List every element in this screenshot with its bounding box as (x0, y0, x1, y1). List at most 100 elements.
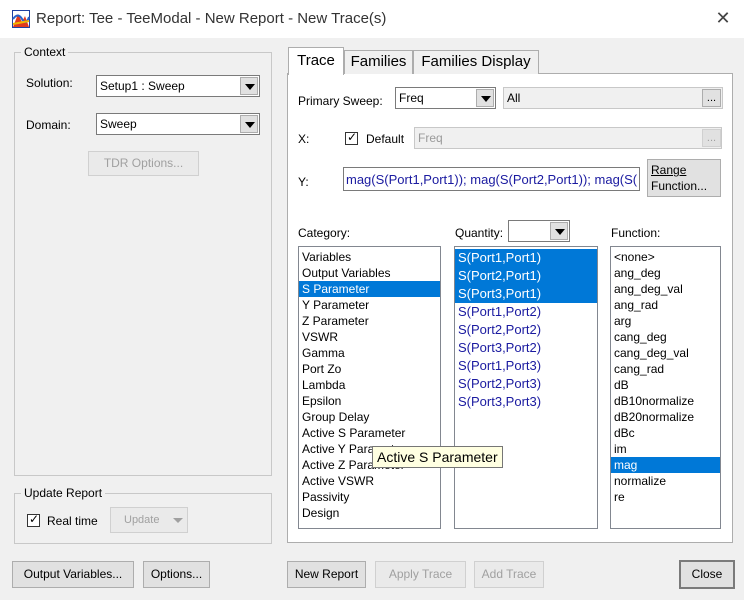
category-item[interactable]: Z Parameter (299, 313, 440, 329)
y-expression-field[interactable]: mag(S(Port1,Port1)); mag(S(Port2,Port1))… (343, 167, 640, 191)
tab-trace[interactable]: Trace (288, 47, 344, 75)
update-button[interactable]: Update (110, 507, 188, 533)
chevron-down-icon[interactable] (476, 89, 494, 107)
y-expression-value: mag(S(Port1,Port1)); mag(S(Port2,Port1))… (346, 172, 638, 187)
output-variables-button[interactable]: Output Variables... (12, 561, 134, 588)
apply-trace-label: Apply Trace (388, 567, 453, 581)
function-item[interactable]: im (611, 441, 720, 457)
domain-label: Domain: (26, 118, 71, 132)
range-function-line1: Range (651, 163, 687, 177)
quantity-item[interactable]: S(Port1,Port2) (455, 303, 597, 321)
quantity-item[interactable]: S(Port2,Port2) (455, 321, 597, 339)
function-item[interactable]: ang_rad (611, 297, 720, 313)
chevron-down-icon[interactable] (240, 115, 258, 133)
quantity-item[interactable]: S(Port3,Port2) (455, 339, 597, 357)
apply-trace-button[interactable]: Apply Trace (375, 561, 466, 588)
category-item[interactable]: Variables (299, 249, 440, 265)
solution-select[interactable]: Setup1 : Sweep (96, 75, 260, 97)
close-button[interactable]: Close (679, 560, 735, 589)
function-item[interactable]: cang_rad (611, 361, 720, 377)
update-report-group-label: Update Report (21, 486, 106, 500)
category-item[interactable]: VSWR (299, 329, 440, 345)
new-report-button[interactable]: New Report (287, 561, 366, 588)
function-list[interactable]: <none> ang_deg ang_deg_val ang_rad arg c… (610, 246, 721, 529)
function-item[interactable]: ang_deg_val (611, 281, 720, 297)
primary-sweep-ellipsis-button[interactable]: ... (702, 89, 721, 107)
function-item[interactable]: dB (611, 377, 720, 393)
x-ellipsis-button[interactable]: ... (702, 129, 721, 147)
options-button[interactable]: Options... (143, 561, 210, 588)
chevron-down-icon (173, 518, 183, 523)
range-function-line2: Function... (651, 179, 708, 193)
category-item[interactable]: Output Variables (299, 265, 440, 281)
chevron-down-icon[interactable] (550, 222, 568, 240)
solution-select-value: Setup1 : Sweep (100, 79, 185, 93)
category-item[interactable]: S Parameter (299, 281, 440, 297)
options-label: Options... (150, 567, 203, 581)
function-item[interactable]: dBc (611, 425, 720, 441)
quantity-item[interactable]: S(Port1,Port1) (455, 249, 597, 267)
category-item[interactable]: Epsilon (299, 393, 440, 409)
add-trace-button[interactable]: Add Trace (474, 561, 544, 588)
chevron-down-icon[interactable] (240, 77, 258, 95)
default-label: Default (366, 132, 405, 146)
domain-select[interactable]: Sweep (96, 113, 260, 135)
category-item[interactable]: Y Parameter (299, 297, 440, 313)
category-item[interactable]: Passivity (299, 489, 440, 505)
update-button-label: Update (124, 514, 160, 526)
category-label: Category: (298, 226, 351, 240)
solution-label: Solution: (26, 76, 73, 90)
close-label: Close (691, 567, 723, 581)
x-expression-field: Freq (414, 127, 722, 149)
default-checkbox[interactable] (345, 130, 358, 145)
category-item[interactable]: Lambda (299, 377, 440, 393)
new-report-label: New Report (294, 567, 359, 581)
x-expression-value: Freq (418, 131, 443, 145)
function-item[interactable]: <none> (611, 249, 720, 265)
app-logo-icon (12, 10, 30, 28)
category-list[interactable]: Variables Output Variables S Parameter Y… (298, 246, 441, 529)
function-item[interactable]: re (611, 489, 720, 505)
function-item[interactable]: mag (611, 457, 720, 473)
range-function-button[interactable]: Range Function... (647, 159, 721, 197)
output-variables-label: Output Variables... (23, 567, 123, 581)
category-item[interactable]: Active S Parameter (299, 425, 440, 441)
primary-sweep-label: Primary Sweep: (298, 94, 383, 108)
window-title: Report: Tee - TeeModal - New Report - Ne… (36, 10, 387, 27)
quantity-item[interactable]: S(Port2,Port1) (455, 267, 597, 285)
quantity-item[interactable]: S(Port2,Port3) (455, 375, 597, 393)
close-icon[interactable]: ✕ (712, 8, 734, 30)
quantity-list[interactable]: S(Port1,Port1) S(Port2,Port1) S(Port3,Po… (454, 246, 598, 529)
quantity-item[interactable]: S(Port1,Port3) (455, 357, 597, 375)
x-label: X: (298, 132, 310, 146)
category-item[interactable]: Port Zo (299, 361, 440, 377)
category-item[interactable]: Active VSWR (299, 473, 440, 489)
category-item[interactable]: Design (299, 505, 440, 521)
function-item[interactable]: cang_deg (611, 329, 720, 345)
quantity-item[interactable]: S(Port3,Port1) (455, 285, 597, 303)
function-item[interactable]: ang_deg (611, 265, 720, 281)
quantity-label: Quantity: (455, 226, 504, 240)
function-item[interactable]: cang_deg_val (611, 345, 720, 361)
category-item[interactable]: Gamma (299, 345, 440, 361)
primary-sweep-value: Freq (399, 91, 424, 105)
function-item[interactable]: normalize (611, 473, 720, 489)
function-item[interactable]: dB10normalize (611, 393, 720, 409)
category-tooltip: Active S Parameter (372, 446, 503, 468)
quantity-item[interactable]: S(Port3,Port3) (455, 393, 597, 411)
function-item[interactable]: dB20normalize (611, 409, 720, 425)
quantity-filter-select[interactable] (508, 220, 570, 242)
category-item[interactable]: Group Delay (299, 409, 440, 425)
y-label: Y: (298, 175, 309, 189)
function-item[interactable]: arg (611, 313, 720, 329)
primary-sweep-select[interactable]: Freq (395, 87, 496, 109)
tab-families-display[interactable]: Families Display (413, 50, 539, 74)
primary-sweep-range-field: All (503, 87, 723, 109)
tab-families[interactable]: Families (344, 50, 413, 74)
realtime-label: Real time (47, 514, 98, 528)
realtime-checkbox[interactable] (27, 512, 40, 527)
add-trace-label: Add Trace (481, 567, 537, 581)
domain-select-value: Sweep (100, 117, 137, 131)
title-bar: Report: Tee - TeeModal - New Report - Ne… (0, 0, 744, 38)
tdr-options-button[interactable]: TDR Options... (88, 151, 199, 176)
